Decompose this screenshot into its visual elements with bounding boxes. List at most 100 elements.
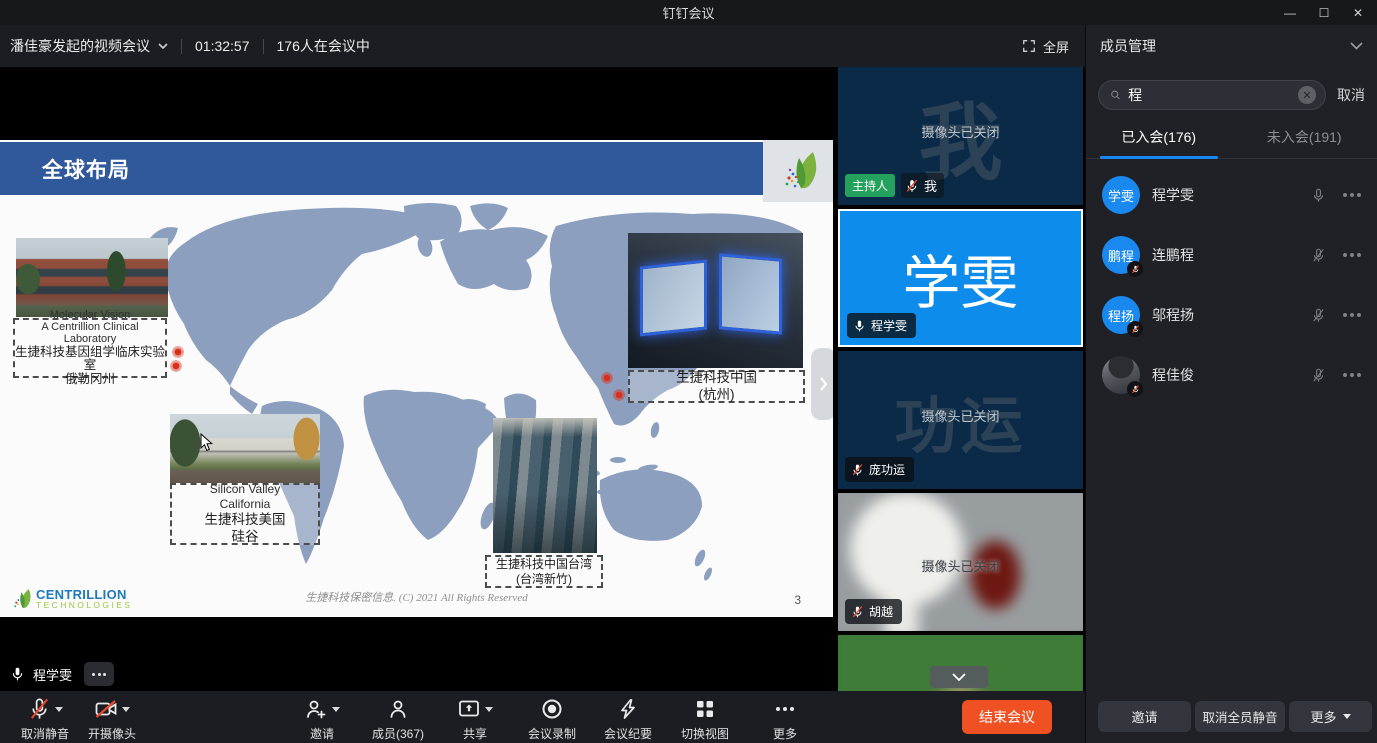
screen-share-stage: 全球布局 bbox=[0, 67, 833, 691]
end-meeting-button[interactable]: 结束会议 bbox=[962, 700, 1052, 734]
clear-search-icon[interactable]: ✕ bbox=[1298, 86, 1316, 104]
tab-joined[interactable]: 已入会(176) bbox=[1086, 120, 1232, 158]
grid-view-icon bbox=[693, 697, 717, 721]
window-titlebar: 钉钉会议 — ☐ ✕ bbox=[0, 0, 1377, 25]
muted-badge-icon bbox=[1127, 381, 1143, 397]
tool-label: 邀请 bbox=[310, 725, 334, 742]
location-text: Laboratory bbox=[64, 333, 117, 345]
mic-muted-icon[interactable] bbox=[1311, 246, 1326, 265]
exhibit-screen bbox=[719, 253, 782, 334]
member-more-button[interactable] bbox=[1343, 313, 1361, 317]
meeting-info-main: 潘佳豪发起的视频会议 01:32:57 176人在会议中 全屏 bbox=[0, 25, 1085, 67]
camera-on-button[interactable]: 开摄像头 bbox=[67, 697, 157, 742]
mic-options-caret[interactable] bbox=[55, 707, 63, 712]
switch-view-button[interactable]: 切换视图 bbox=[660, 697, 750, 742]
invite-options-caret[interactable] bbox=[332, 707, 340, 712]
tool-label: 会议纪要 bbox=[604, 725, 652, 742]
mouse-cursor bbox=[200, 433, 213, 452]
member-search-row: ✕ 取消 bbox=[1086, 67, 1377, 120]
close-icon[interactable]: ✕ bbox=[1341, 0, 1375, 25]
content-area: 全球布局 bbox=[0, 67, 1377, 691]
panel-invite-button[interactable]: 邀请 bbox=[1098, 701, 1191, 732]
member-name: 邬程扬 bbox=[1152, 305, 1299, 325]
member-search-input[interactable] bbox=[1128, 87, 1291, 103]
maximize-icon[interactable]: ☐ bbox=[1307, 0, 1341, 25]
speaker-more-button[interactable] bbox=[84, 662, 114, 686]
unmute-all-button[interactable]: 取消全员静音 bbox=[1195, 701, 1285, 732]
fullscreen-icon bbox=[1022, 39, 1036, 53]
mic-icon[interactable] bbox=[1311, 186, 1326, 205]
mic-icon bbox=[10, 665, 25, 683]
member-panel-header: 成员管理 bbox=[1085, 25, 1377, 67]
tool-label: 会议录制 bbox=[528, 725, 576, 742]
record-icon bbox=[540, 697, 564, 721]
more-button[interactable]: 更多 bbox=[740, 697, 830, 742]
tile-name: 胡越 bbox=[869, 603, 893, 620]
member-name: 连鹏程 bbox=[1152, 245, 1299, 265]
video-tile-panggongyun[interactable]: 功运 摄像头已关闭 庞功运 bbox=[838, 351, 1083, 489]
panel-more-label: 更多 bbox=[1310, 707, 1336, 726]
member-more-button[interactable] bbox=[1343, 373, 1361, 377]
tool-label: 成员(367) bbox=[372, 725, 424, 742]
video-thumbnail-strip: 我 摄像头已关闭 主持人 我 学雯 bbox=[833, 67, 1085, 691]
tile-name-badge: 程学雯 bbox=[847, 313, 916, 338]
panel-collapse-chevron-down-icon[interactable] bbox=[1350, 42, 1363, 50]
camera-options-caret[interactable] bbox=[122, 707, 130, 712]
mic-muted-icon[interactable] bbox=[1311, 306, 1326, 325]
speaker-name: 程学雯 bbox=[33, 665, 72, 684]
oregon-lab-photo bbox=[16, 238, 168, 317]
tab-not-joined[interactable]: 未入会(191) bbox=[1232, 120, 1377, 158]
divider bbox=[263, 39, 264, 54]
member-more-button[interactable] bbox=[1343, 193, 1361, 197]
member-more-button[interactable] bbox=[1343, 253, 1361, 257]
location-label-hangzhou: 生捷科技中国 (杭州) bbox=[628, 370, 805, 403]
more-caret-icon bbox=[1343, 714, 1351, 719]
avatar: 程扬 bbox=[1102, 296, 1140, 334]
location-text: 俄勒冈州 bbox=[65, 373, 115, 387]
host-badge: 主持人 bbox=[845, 174, 895, 197]
map-location-dot bbox=[172, 346, 184, 358]
strip-scroll-down-button[interactable] bbox=[930, 666, 988, 688]
meeting-title-chevron-down-icon[interactable] bbox=[158, 43, 168, 49]
member-row[interactable]: 程佳俊 bbox=[1086, 345, 1377, 405]
map-location-dot bbox=[613, 389, 625, 401]
member-name: 程学雯 bbox=[1152, 185, 1299, 205]
share-options-caret[interactable] bbox=[485, 707, 493, 712]
video-tile-me[interactable]: 我 摄像头已关闭 主持人 我 bbox=[838, 67, 1083, 205]
mic-icon bbox=[853, 318, 866, 334]
camera-off-label: 摄像头已关闭 bbox=[838, 122, 1083, 141]
divider bbox=[181, 39, 182, 54]
tool-label: 取消静音 bbox=[21, 725, 69, 742]
tile-name-badge: 庞功运 bbox=[845, 457, 914, 482]
mic-muted-icon bbox=[851, 604, 864, 620]
share-screen-icon bbox=[457, 697, 481, 721]
tile-name: 程学雯 bbox=[871, 317, 907, 334]
dingtalk-meeting-window: 钉钉会议 — ☐ ✕ 潘佳豪发起的视频会议 01:32:57 176人在会议中 … bbox=[0, 0, 1377, 743]
taiwan-building-photo bbox=[493, 418, 597, 553]
search-cancel-button[interactable]: 取消 bbox=[1337, 85, 1365, 105]
minimize-icon[interactable]: — bbox=[1273, 0, 1307, 25]
meeting-title: 潘佳豪发起的视频会议 bbox=[10, 36, 150, 56]
mic-muted-icon bbox=[28, 697, 51, 721]
slide-page-number: 3 bbox=[794, 593, 801, 607]
slide-header-logo bbox=[763, 140, 833, 202]
member-row[interactable]: 学雯 程学雯 bbox=[1086, 165, 1377, 225]
window-title: 钉钉会议 bbox=[0, 3, 1377, 22]
window-controls: — ☐ ✕ bbox=[1273, 0, 1375, 25]
map-location-dot bbox=[601, 372, 613, 384]
member-row[interactable]: 程扬 邬程扬 bbox=[1086, 285, 1377, 345]
member-row[interactable]: 鹏程 连鹏程 bbox=[1086, 225, 1377, 285]
video-tile-chengxuewen[interactable]: 学雯 程学雯 bbox=[838, 209, 1083, 347]
member-panel-footer: 邀请 取消全员静音 更多 bbox=[1085, 691, 1377, 743]
tile-name-badge: 胡越 bbox=[845, 599, 902, 624]
video-tile-huyue[interactable]: 摄像头已关闭 胡越 bbox=[838, 493, 1083, 631]
panel-more-button[interactable]: 更多 bbox=[1289, 701, 1372, 732]
mic-muted-icon[interactable] bbox=[1311, 366, 1326, 385]
collapse-strip-handle[interactable] bbox=[811, 348, 833, 420]
member-search-box[interactable]: ✕ bbox=[1098, 80, 1326, 110]
fullscreen-button[interactable]: 全屏 bbox=[1022, 37, 1069, 56]
chevron-right-icon bbox=[819, 376, 828, 392]
mic-muted-icon bbox=[851, 462, 864, 478]
slide-copyright: 生捷科技保密信息. (C) 2021 All Rights Reserved bbox=[0, 589, 833, 605]
presentation-slide: 全球布局 bbox=[0, 140, 833, 617]
